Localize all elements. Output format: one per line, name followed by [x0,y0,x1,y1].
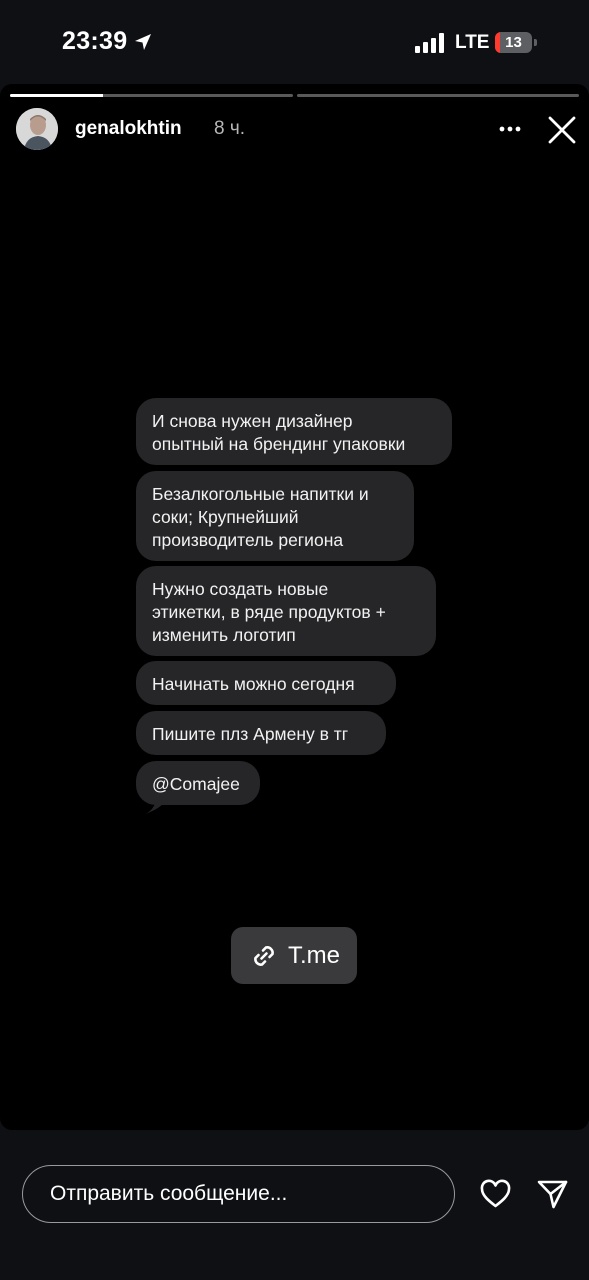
message-line: Пишите плз Армену в тг [152,724,349,744]
signal-icon [415,33,444,53]
message-line: Начинать можно сегодня [152,674,355,694]
network-type: LTE [455,32,490,53]
status-time: 23:39 [62,27,153,56]
message-line: @Comajee [152,774,240,794]
message-line: этикетки, в ряде продуктов + [152,602,386,622]
message-bubble: Начинать можно сегодня [136,661,396,705]
story-header: genalokhtin 8 ч. [16,108,581,150]
battery-level: 13 [505,34,522,51]
heart-icon[interactable] [479,1178,512,1210]
clock-text: 23:39 [62,27,128,55]
battery-icon: 13 [495,32,537,53]
more-button[interactable] [496,116,524,142]
message-bubble: Пишите плз Армену в тг [136,711,386,755]
story-progress [10,94,579,97]
more-icon [499,126,521,132]
status-bar: 23:39 LTE 13 [0,0,589,84]
message-bubble: И снова нужен дизайнер опытный на бренди… [136,398,452,465]
message-line: соки; Крупнейший [152,507,299,527]
progress-segment-1 [10,94,293,97]
story-viewer[interactable]: genalokhtin 8 ч. И снова нужен дизайнер … [0,84,589,1130]
avatar-image [16,108,58,150]
message-line: Нужно создать новые [152,579,329,599]
reply-placeholder: Отправить сообщение... [50,1182,288,1205]
message-line: Безалкогольные напитки и [152,484,369,504]
message-bubble: Нужно создать новые этикетки, в ряде про… [136,566,436,656]
close-icon[interactable] [546,114,578,146]
link-sticker[interactable]: T.me [231,927,357,984]
progress-fill [10,94,104,97]
message-line: производитель региона [152,530,344,550]
message-line: опытный на брендинг упаковки [152,434,406,454]
link-sticker-label: T.me [287,941,340,969]
reply-input[interactable]: Отправить сообщение... [22,1165,455,1223]
location-arrow-icon [135,33,152,50]
bubble-tail [145,796,169,814]
avatar[interactable] [16,108,58,150]
message-bubble: Безалкогольные напитки и соки; Крупнейши… [136,471,414,561]
send-icon[interactable] [536,1178,569,1210]
story-username[interactable]: genalokhtin [75,118,182,140]
link-icon [254,945,274,966]
progress-segment-2 [296,94,579,97]
message-line: изменить логотип [152,625,296,645]
message-line: И снова нужен дизайнер [152,411,353,431]
story-time-ago: 8 ч. [214,118,246,139]
